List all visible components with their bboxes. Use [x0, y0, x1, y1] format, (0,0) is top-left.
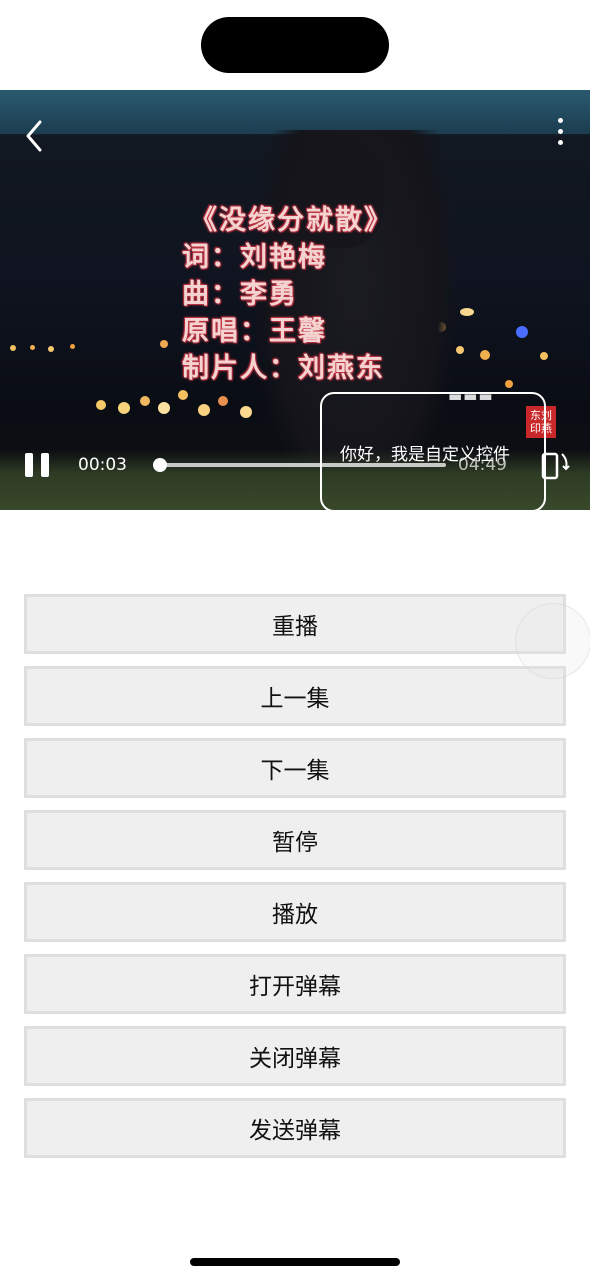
progress-thumb[interactable]: [153, 458, 167, 472]
replay-button[interactable]: 重播: [24, 594, 566, 654]
lyricist-line: 词：刘艳梅: [182, 242, 327, 273]
song-title: 《没缘分就散》: [190, 205, 393, 236]
composer-line: 曲：李勇: [182, 279, 298, 310]
current-time: 00:03: [78, 455, 127, 475]
pause-icon[interactable]: [22, 450, 54, 480]
video-sky: [0, 90, 590, 134]
dynamic-island: [201, 17, 389, 73]
control-buttons: 重播 上一集 下一集 暂停 播放 打开弹幕 关闭弹幕 发送弹幕: [24, 594, 566, 1170]
assistive-touch-button[interactable]: [515, 603, 590, 679]
next-episode-button[interactable]: 下一集: [24, 738, 566, 798]
original-singer-line: 原唱：王馨: [182, 316, 327, 347]
pause-button[interactable]: 暂停: [24, 810, 566, 870]
producer-line: 制片人：刘燕东: [182, 353, 385, 384]
lyrics-overlay: 《没缘分就散》 词：刘艳梅 曲：李勇 原唱：王馨 制片人：刘燕东: [182, 202, 393, 387]
chevron-left-icon[interactable]: [20, 118, 52, 154]
home-indicator[interactable]: [190, 1258, 400, 1266]
open-danmaku-button[interactable]: 打开弹幕: [24, 954, 566, 1014]
send-danmaku-button[interactable]: 发送弹幕: [24, 1098, 566, 1158]
previous-episode-button[interactable]: 上一集: [24, 666, 566, 726]
custom-control-label: 你好，我是自定义控件: [340, 445, 510, 465]
video-player[interactable]: 《没缘分就散》 词：刘艳梅 曲：李勇 原唱：王馨 制片人：刘燕东 ▬▬▬ 东刘印…: [0, 90, 590, 510]
custom-control[interactable]: 你好，我是自定义控件: [320, 392, 546, 510]
play-button[interactable]: 播放: [24, 882, 566, 942]
close-danmaku-button[interactable]: 关闭弹幕: [24, 1026, 566, 1086]
more-vertical-icon[interactable]: [550, 112, 570, 158]
